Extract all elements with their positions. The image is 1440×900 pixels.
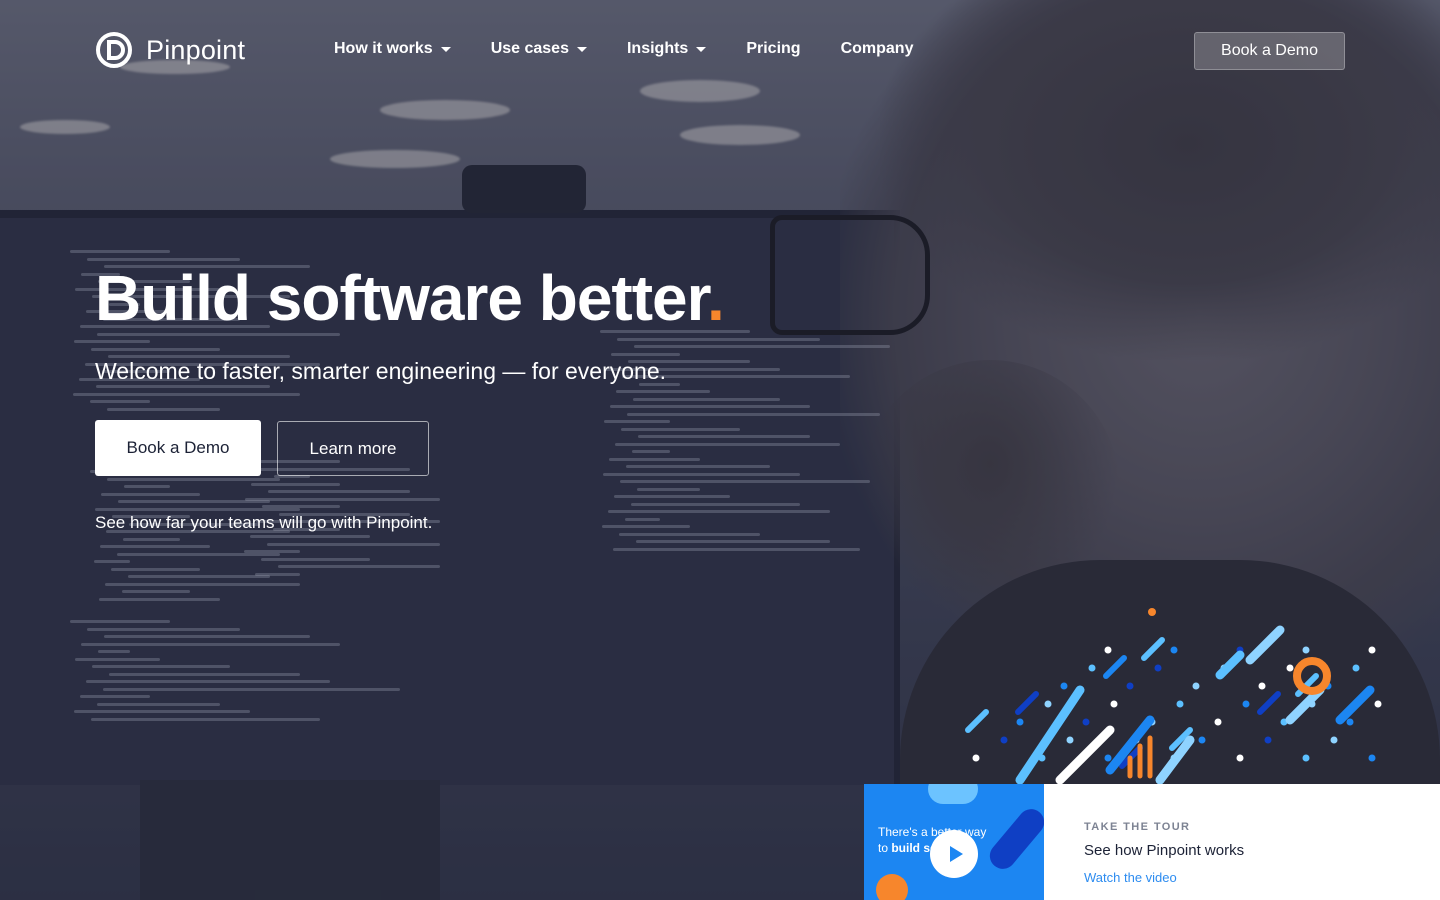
deco-dot [1044,700,1052,708]
nav-label: Insights [626,40,689,57]
book-demo-button[interactable]: Book a Demo [95,420,261,476]
deco-dot [1198,736,1206,744]
deco-dot [1264,736,1272,744]
play-icon[interactable] [930,830,978,878]
deco-dot [1242,700,1250,708]
nav-label: Pricing [746,40,801,57]
nav-use-cases[interactable]: Use cases [491,40,587,58]
deco-dot [1214,718,1222,726]
thumbnail-stripe [984,803,1044,875]
thumbnail-shape [928,784,978,804]
tour-card: There's a better way to build software T… [864,784,1440,900]
deco-slash [1103,655,1127,679]
deco-dot [1374,700,1382,708]
deco-dot [1110,700,1118,708]
deco-dot [1104,646,1112,654]
deco-dot [972,754,980,762]
hero-title: Build software better. [95,258,725,338]
deco-stripe [1055,725,1115,785]
logo-wordmark: Pinpoint [146,34,246,65]
nav-insights[interactable]: Insights [626,40,707,58]
hero-note: See how far your teams will go with Pinp… [95,513,433,532]
deco-dot [1154,664,1162,672]
deco-dot [1368,754,1376,762]
deco-dot [1302,754,1310,762]
hero-subtitle: Welcome to faster, smarter engineering —… [95,358,667,384]
deco-dot [1286,664,1294,672]
chevron-down-icon [576,46,587,52]
chevron-down-icon [696,46,707,52]
deco-dot [1000,736,1008,744]
deco-dot [1016,718,1024,726]
deco-orange-dot [1148,608,1156,616]
decorative-graphic [965,608,1382,785]
video-thumbnail[interactable]: There's a better way to build software [864,784,1044,900]
nav-company[interactable]: Company [841,40,914,58]
deco-dot [1176,700,1184,708]
watch-video-link[interactable]: Watch the video [1084,870,1177,885]
deco-slash [1141,637,1165,661]
nav-label: Company [840,40,914,57]
deco-dot [1258,682,1266,690]
nav-label: How it works [334,40,433,57]
deco-dot [1346,718,1354,726]
deco-dot [1352,664,1360,672]
deco-dot [1170,646,1178,654]
hero-title-dot: . [707,262,725,334]
deco-dot [1060,682,1068,690]
tour-title: See how Pinpoint works [1084,842,1245,859]
chevron-down-icon [440,46,451,52]
header-book-demo-button[interactable]: Book a Demo [1194,32,1345,70]
deco-dot [1088,664,1096,672]
learn-more-button[interactable]: Learn more [277,421,429,476]
nav-label: Use cases [490,40,569,57]
tour-kicker: TAKE THE TOUR [1084,821,1191,833]
deco-dot [1368,646,1376,654]
deco-slash [1015,691,1039,715]
deco-slash [1257,691,1281,715]
deco-dot [1192,682,1200,690]
hero-title-text: Build software better [95,262,708,334]
thumbnail-line-2-prefix: to [878,841,892,855]
deco-dot [1104,754,1112,762]
deco-stripe [1245,625,1285,665]
deco-dot [1066,736,1074,744]
deco-dot [1236,754,1244,762]
deco-dot [1126,682,1134,690]
thumbnail-dot [876,874,908,900]
pinpoint-logo-icon [94,30,134,70]
deco-dot [1082,718,1090,726]
deco-dot [1302,646,1310,654]
nav-pricing[interactable]: Pricing [746,40,800,58]
tour-text: TAKE THE TOUR See how Pinpoint works Wat… [1044,784,1440,900]
nav-how-it-works[interactable]: How it works [334,40,451,58]
deco-stripe [1335,685,1375,725]
deco-slash [965,709,989,733]
site-header: Pinpoint How it works Use cases Insights… [0,0,1440,100]
deco-dot [1330,736,1338,744]
main-nav: How it works Use cases Insights Pricing … [334,40,953,58]
pinpoint-logo[interactable]: Pinpoint [94,30,245,70]
